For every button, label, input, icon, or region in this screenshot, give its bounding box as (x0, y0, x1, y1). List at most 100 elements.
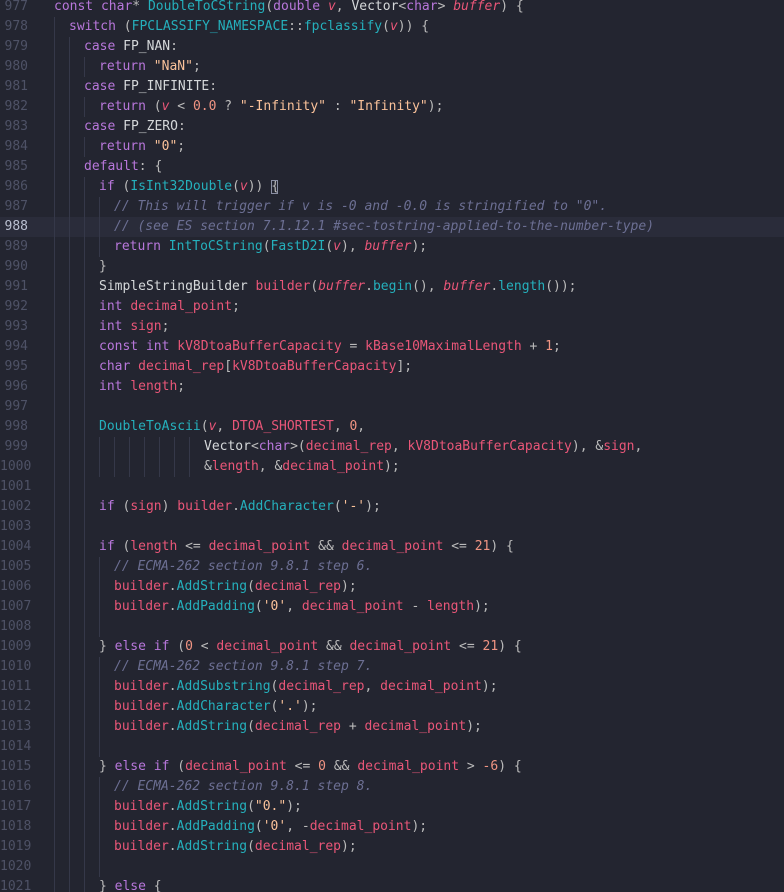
code-text: // ECMA-262 section 9.8.1 step 8. (114, 777, 372, 797)
code-line[interactable]: 1007 builder.AddPadding('0', decimal_poin… (0, 597, 784, 617)
code-line[interactable]: 998 DoubleToAscii(v, DTOA_SHORTEST, 0, (0, 417, 784, 437)
code-token: kBase10MaximalLength (365, 339, 522, 354)
code-token: ( (177, 639, 186, 654)
code-line[interactable]: 997 (0, 397, 784, 417)
code-line[interactable]: 1005 // ECMA-262 section 9.8.1 step 6. (0, 557, 784, 577)
code-token: ( (310, 279, 319, 294)
indent-guide (99, 557, 100, 577)
code-token: length (498, 279, 546, 294)
code-line[interactable]: 987 // This will trigger if v is -0 and -… (0, 197, 784, 217)
code-line[interactable]: 988 // (see ES section 7.1.12.1 #sec-tost… (0, 217, 784, 237)
line-number: 1012 (0, 699, 32, 714)
code-line[interactable]: 995 char decimal_rep[kV8DtoaBufferCapacit… (0, 357, 784, 377)
code-line[interactable]: 990} (0, 257, 784, 277)
indent-guide (84, 757, 85, 777)
line-number: 1015 (0, 759, 32, 774)
indent-guide (54, 137, 55, 157)
indent-guide (69, 97, 70, 117)
indent-guide (54, 17, 55, 37)
code-text: } else if (0 < decimal_point && decimal_… (99, 637, 522, 657)
code-line[interactable]: 982 return (v < 0.0 ? "-Infinity" : "Infi… (0, 97, 784, 117)
indent-guide (84, 297, 85, 317)
line-number: 1004 (0, 539, 32, 554)
indent-guide (99, 697, 100, 717)
code-line[interactable]: 985 default: { (0, 157, 784, 177)
code-token: <= (177, 539, 209, 554)
code-line[interactable]: 1014 (0, 737, 784, 757)
code-line[interactable]: 994 const int kV8DtoaBufferCapacity = kBa… (0, 337, 784, 357)
code-line[interactable]: 996 int length; (0, 377, 784, 397)
code-token: decimal_point (380, 679, 482, 694)
indent-guide (189, 437, 190, 457)
code-line[interactable]: 1015} else if (decimal_point <= 0 && dec… (0, 757, 784, 777)
code-token: double (273, 0, 328, 14)
code-token: - (301, 819, 310, 834)
indent-guide (84, 617, 85, 637)
indent-guide (54, 637, 55, 657)
code-line[interactable]: 1009} else if (0 < decimal_point && deci… (0, 637, 784, 657)
code-line[interactable]: 1021} else { (0, 877, 784, 892)
code-token: FP_ZERO (123, 119, 178, 134)
code-line[interactable]: 1002 if (sign) builder.AddCharacter('-'); (0, 497, 784, 517)
indent-guide (69, 217, 70, 237)
code-token: , (357, 419, 366, 434)
indent-guide (69, 417, 70, 437)
code-line[interactable]: 1006 builder.AddString(decimal_rep); (0, 577, 784, 597)
code-line[interactable]: 991 SimpleStringBuilder builder(buffer.be… (0, 277, 784, 297)
code-text: const int kV8DtoaBufferCapacity = kBase1… (99, 337, 561, 357)
code-token: // (see ES section 7.1.12.1 #sec-tostrin… (114, 219, 655, 234)
code-line[interactable]: 1008 (0, 617, 784, 637)
line-number: 987 (4, 199, 28, 214)
code-token: "NaN" (153, 59, 193, 74)
code-line[interactable]: 1010 // ECMA-262 section 9.8.1 step 7. (0, 657, 784, 677)
code-line[interactable]: 1011 builder.AddSubstring(decimal_rep, de… (0, 677, 784, 697)
indent-guide (69, 237, 70, 257)
code-editor[interactable]: 977 const char* DoubleToCString(double v,… (0, 0, 784, 892)
code-line[interactable]: 992 int decimal_point; (0, 297, 784, 317)
code-token: Vector (351, 0, 399, 14)
code-line[interactable]: 1012 builder.AddCharacter('.'); (0, 697, 784, 717)
code-token: kV8DtoaBufferCapacity (232, 359, 397, 374)
code-token: ( (262, 239, 271, 254)
code-line[interactable]: 1004 if (length <= decimal_point && decim… (0, 537, 784, 557)
code-line[interactable]: 979 case FP_NAN: (0, 37, 784, 57)
code-line[interactable]: 983 case FP_ZERO: (0, 117, 784, 137)
code-token: length (427, 599, 475, 614)
code-token: ); (365, 499, 381, 514)
code-line[interactable]: 978 switch (FPCLASSIFY_NAMESPACE::fpclass… (0, 17, 784, 37)
code-line[interactable]: 1017 builder.AddString("0."); (0, 797, 784, 817)
code-line[interactable]: 1013 builder.AddString(decimal_rep + deci… (0, 717, 784, 737)
indent-guide (54, 57, 55, 77)
code-token: return (114, 239, 169, 254)
code-token: ); (286, 799, 302, 814)
code-token: return (99, 59, 154, 74)
code-line[interactable]: 1020 (0, 857, 784, 877)
code-line[interactable]: 993 int sign; (0, 317, 784, 337)
code-text: builder.AddPadding('0', -decimal_point); (114, 817, 427, 837)
code-line[interactable]: 984 return "0"; (0, 137, 784, 157)
code-line[interactable]: 1000 &length, &decimal_point); (0, 457, 784, 477)
code-token: ) { (498, 639, 522, 654)
indent-guide (144, 457, 145, 477)
code-token: } (99, 259, 107, 274)
line-number: 1010 (0, 659, 32, 674)
code-token: 1 (545, 339, 553, 354)
indent-guide (54, 357, 55, 377)
code-line[interactable]: 999 Vector<char>(decimal_rep, kV8DtoaBuff… (0, 437, 784, 457)
indent-guide (54, 737, 55, 757)
code-line[interactable]: 1016 // ECMA-262 section 9.8.1 step 8. (0, 777, 784, 797)
code-line[interactable]: 980 return "NaN"; (0, 57, 784, 77)
code-line[interactable]: 1018 builder.AddPadding('0', -decimal_poi… (0, 817, 784, 837)
code-text: if (sign) builder.AddCharacter('-'); (99, 497, 381, 517)
code-token: > (437, 0, 454, 14)
code-line[interactable]: 989 return IntToCString(FastD2I(v), buffe… (0, 237, 784, 257)
indent-guide (69, 257, 70, 277)
code-line[interactable]: 986 if (IsInt32Double(v)) { (0, 177, 784, 197)
code-line[interactable]: 1001 (0, 477, 784, 497)
code-line[interactable]: 977 const char* DoubleToCString(double v,… (0, 0, 784, 17)
code-line[interactable]: 981 case FP_INFINITE: (0, 77, 784, 97)
code-token: 21 (482, 639, 499, 654)
code-line[interactable]: 1019 builder.AddString(decimal_rep); (0, 837, 784, 857)
code-token: builder (114, 599, 169, 614)
code-line[interactable]: 1003 (0, 517, 784, 537)
